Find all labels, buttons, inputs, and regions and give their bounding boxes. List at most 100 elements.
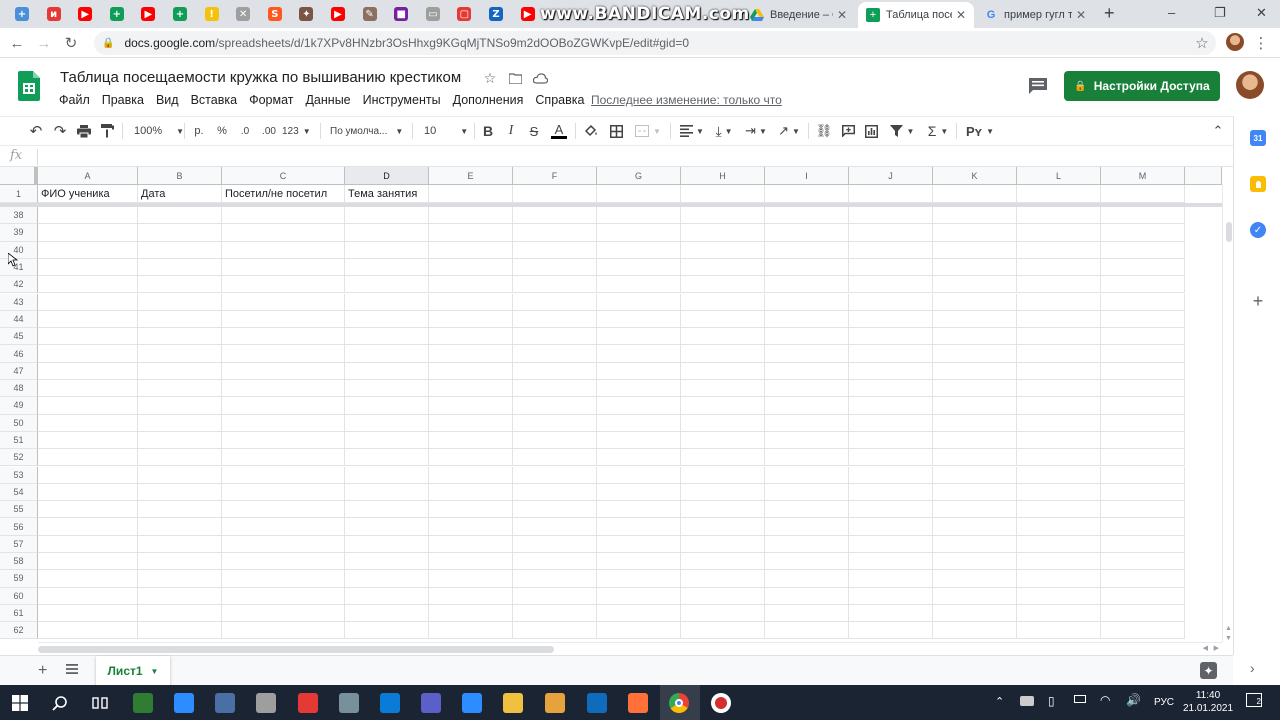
table-cell[interactable] [1101, 414, 1185, 432]
table-cell[interactable] [138, 414, 222, 432]
insert-comment-icon[interactable] [840, 122, 856, 140]
table-cell[interactable] [513, 276, 597, 294]
comment-history-icon[interactable] [1028, 77, 1048, 95]
table-cell[interactable] [765, 362, 849, 380]
pinned-tab[interactable]: ✎ [356, 3, 384, 25]
table-cell[interactable] [933, 501, 1017, 519]
table-cell[interactable] [597, 570, 681, 588]
table-cell[interactable] [1101, 604, 1185, 623]
table-cell[interactable] [513, 414, 597, 432]
table-cell[interactable] [1017, 362, 1101, 380]
table-cell[interactable] [597, 518, 681, 536]
browser-menu-icon[interactable]: ⋮ [1251, 33, 1271, 53]
table-cell[interactable] [222, 241, 345, 259]
table-cell[interactable] [597, 276, 681, 294]
table-cell[interactable] [849, 414, 933, 432]
row-header[interactable]: 47 [0, 362, 38, 380]
table-cell[interactable] [222, 570, 345, 588]
table-cell[interactable] [597, 587, 681, 605]
table-cell[interactable] [222, 328, 345, 346]
column-header[interactable]: J [849, 167, 933, 185]
table-cell[interactable] [681, 241, 765, 259]
vertical-scroll-thumb[interactable] [1226, 222, 1232, 242]
formula-input[interactable] [42, 147, 1222, 167]
table-cell[interactable] [765, 553, 849, 571]
table-cell[interactable] [222, 431, 345, 450]
table-cell[interactable] [1101, 622, 1185, 640]
table-cell[interactable] [429, 535, 513, 553]
table-cell[interactable] [597, 553, 681, 571]
table-cell[interactable] [38, 535, 138, 553]
browser-tab[interactable]: + Таблица посе ✕ [858, 2, 974, 28]
table-cell[interactable] [933, 328, 1017, 346]
table-cell[interactable] [681, 553, 765, 571]
table-cell[interactable] [933, 293, 1017, 311]
row-header[interactable]: 41 [0, 258, 38, 277]
table-cell[interactable] [597, 241, 681, 259]
row-header[interactable]: 40 [0, 241, 38, 259]
table-cell[interactable] [597, 185, 681, 203]
table-cell[interactable] [765, 483, 849, 502]
table-cell[interactable] [429, 397, 513, 415]
pinned-tab[interactable]: ! [198, 3, 226, 25]
table-cell[interactable] [222, 466, 345, 484]
notes-icon[interactable] [339, 693, 359, 713]
table-cell[interactable] [222, 258, 345, 277]
table-cell[interactable] [849, 276, 933, 294]
table-cell[interactable] [513, 185, 597, 203]
table-cell[interactable] [345, 466, 429, 484]
table-cell[interactable] [681, 570, 765, 588]
cloud-saved-icon[interactable] [532, 70, 548, 86]
table-cell[interactable] [849, 553, 933, 571]
table-cell[interactable] [429, 518, 513, 536]
table-cell[interactable] [38, 328, 138, 346]
scroll-left-arrow-icon[interactable]: ◀ [1203, 644, 1208, 652]
row-header[interactable]: 49 [0, 397, 38, 415]
table-cell[interactable] [429, 431, 513, 450]
pinned-tab[interactable]: ✕ [229, 3, 257, 25]
table-cell[interactable] [222, 380, 345, 398]
minimize-icon[interactable]: – [1168, 5, 1175, 20]
table-cell[interactable] [933, 518, 1017, 536]
table-cell[interactable] [345, 414, 429, 432]
table-cell[interactable] [681, 310, 765, 329]
table-cell[interactable] [1017, 224, 1101, 242]
table-cell[interactable] [138, 501, 222, 519]
reload-icon[interactable]: ↻ [61, 33, 81, 53]
table-cell[interactable] [429, 414, 513, 432]
get-addons-icon[interactable]: + [1235, 291, 1280, 312]
table-cell[interactable] [1017, 587, 1101, 605]
percent-format-button[interactable]: % [214, 122, 230, 140]
add-sheet-icon[interactable]: + [38, 662, 47, 680]
row-header[interactable]: 55 [0, 501, 38, 519]
table-cell[interactable] [849, 501, 933, 519]
table-cell[interactable] [429, 185, 513, 203]
table-cell[interactable] [222, 397, 345, 415]
column-header[interactable]: G [597, 167, 681, 185]
table-cell[interactable] [38, 414, 138, 432]
table-cell[interactable] [1017, 207, 1101, 225]
table-cell[interactable] [1101, 207, 1185, 225]
table-cell[interactable] [1017, 622, 1101, 640]
table-cell[interactable] [849, 380, 933, 398]
table-cell[interactable] [1101, 518, 1185, 536]
table-cell[interactable] [429, 553, 513, 571]
table-cell[interactable] [38, 587, 138, 605]
insert-link-icon[interactable]: ⛓ [816, 122, 833, 140]
table-cell[interactable] [681, 258, 765, 277]
row-header[interactable]: 62 [0, 622, 38, 640]
horizontal-align-icon[interactable]: ▼ [678, 122, 706, 140]
currency-format-button[interactable]: р. [190, 122, 208, 140]
row-header[interactable]: 54 [0, 483, 38, 502]
table-cell[interactable] [681, 414, 765, 432]
table-cell[interactable] [345, 224, 429, 242]
table-cell[interactable] [513, 501, 597, 519]
table-cell[interactable] [345, 293, 429, 311]
table-cell[interactable] [138, 345, 222, 363]
table-cell[interactable] [597, 501, 681, 519]
table-cell[interactable] [222, 207, 345, 225]
table-cell[interactable] [1017, 553, 1101, 571]
column-header[interactable]: B [138, 167, 222, 185]
row-header[interactable]: 1 [0, 185, 38, 203]
table-cell[interactable] [38, 570, 138, 588]
